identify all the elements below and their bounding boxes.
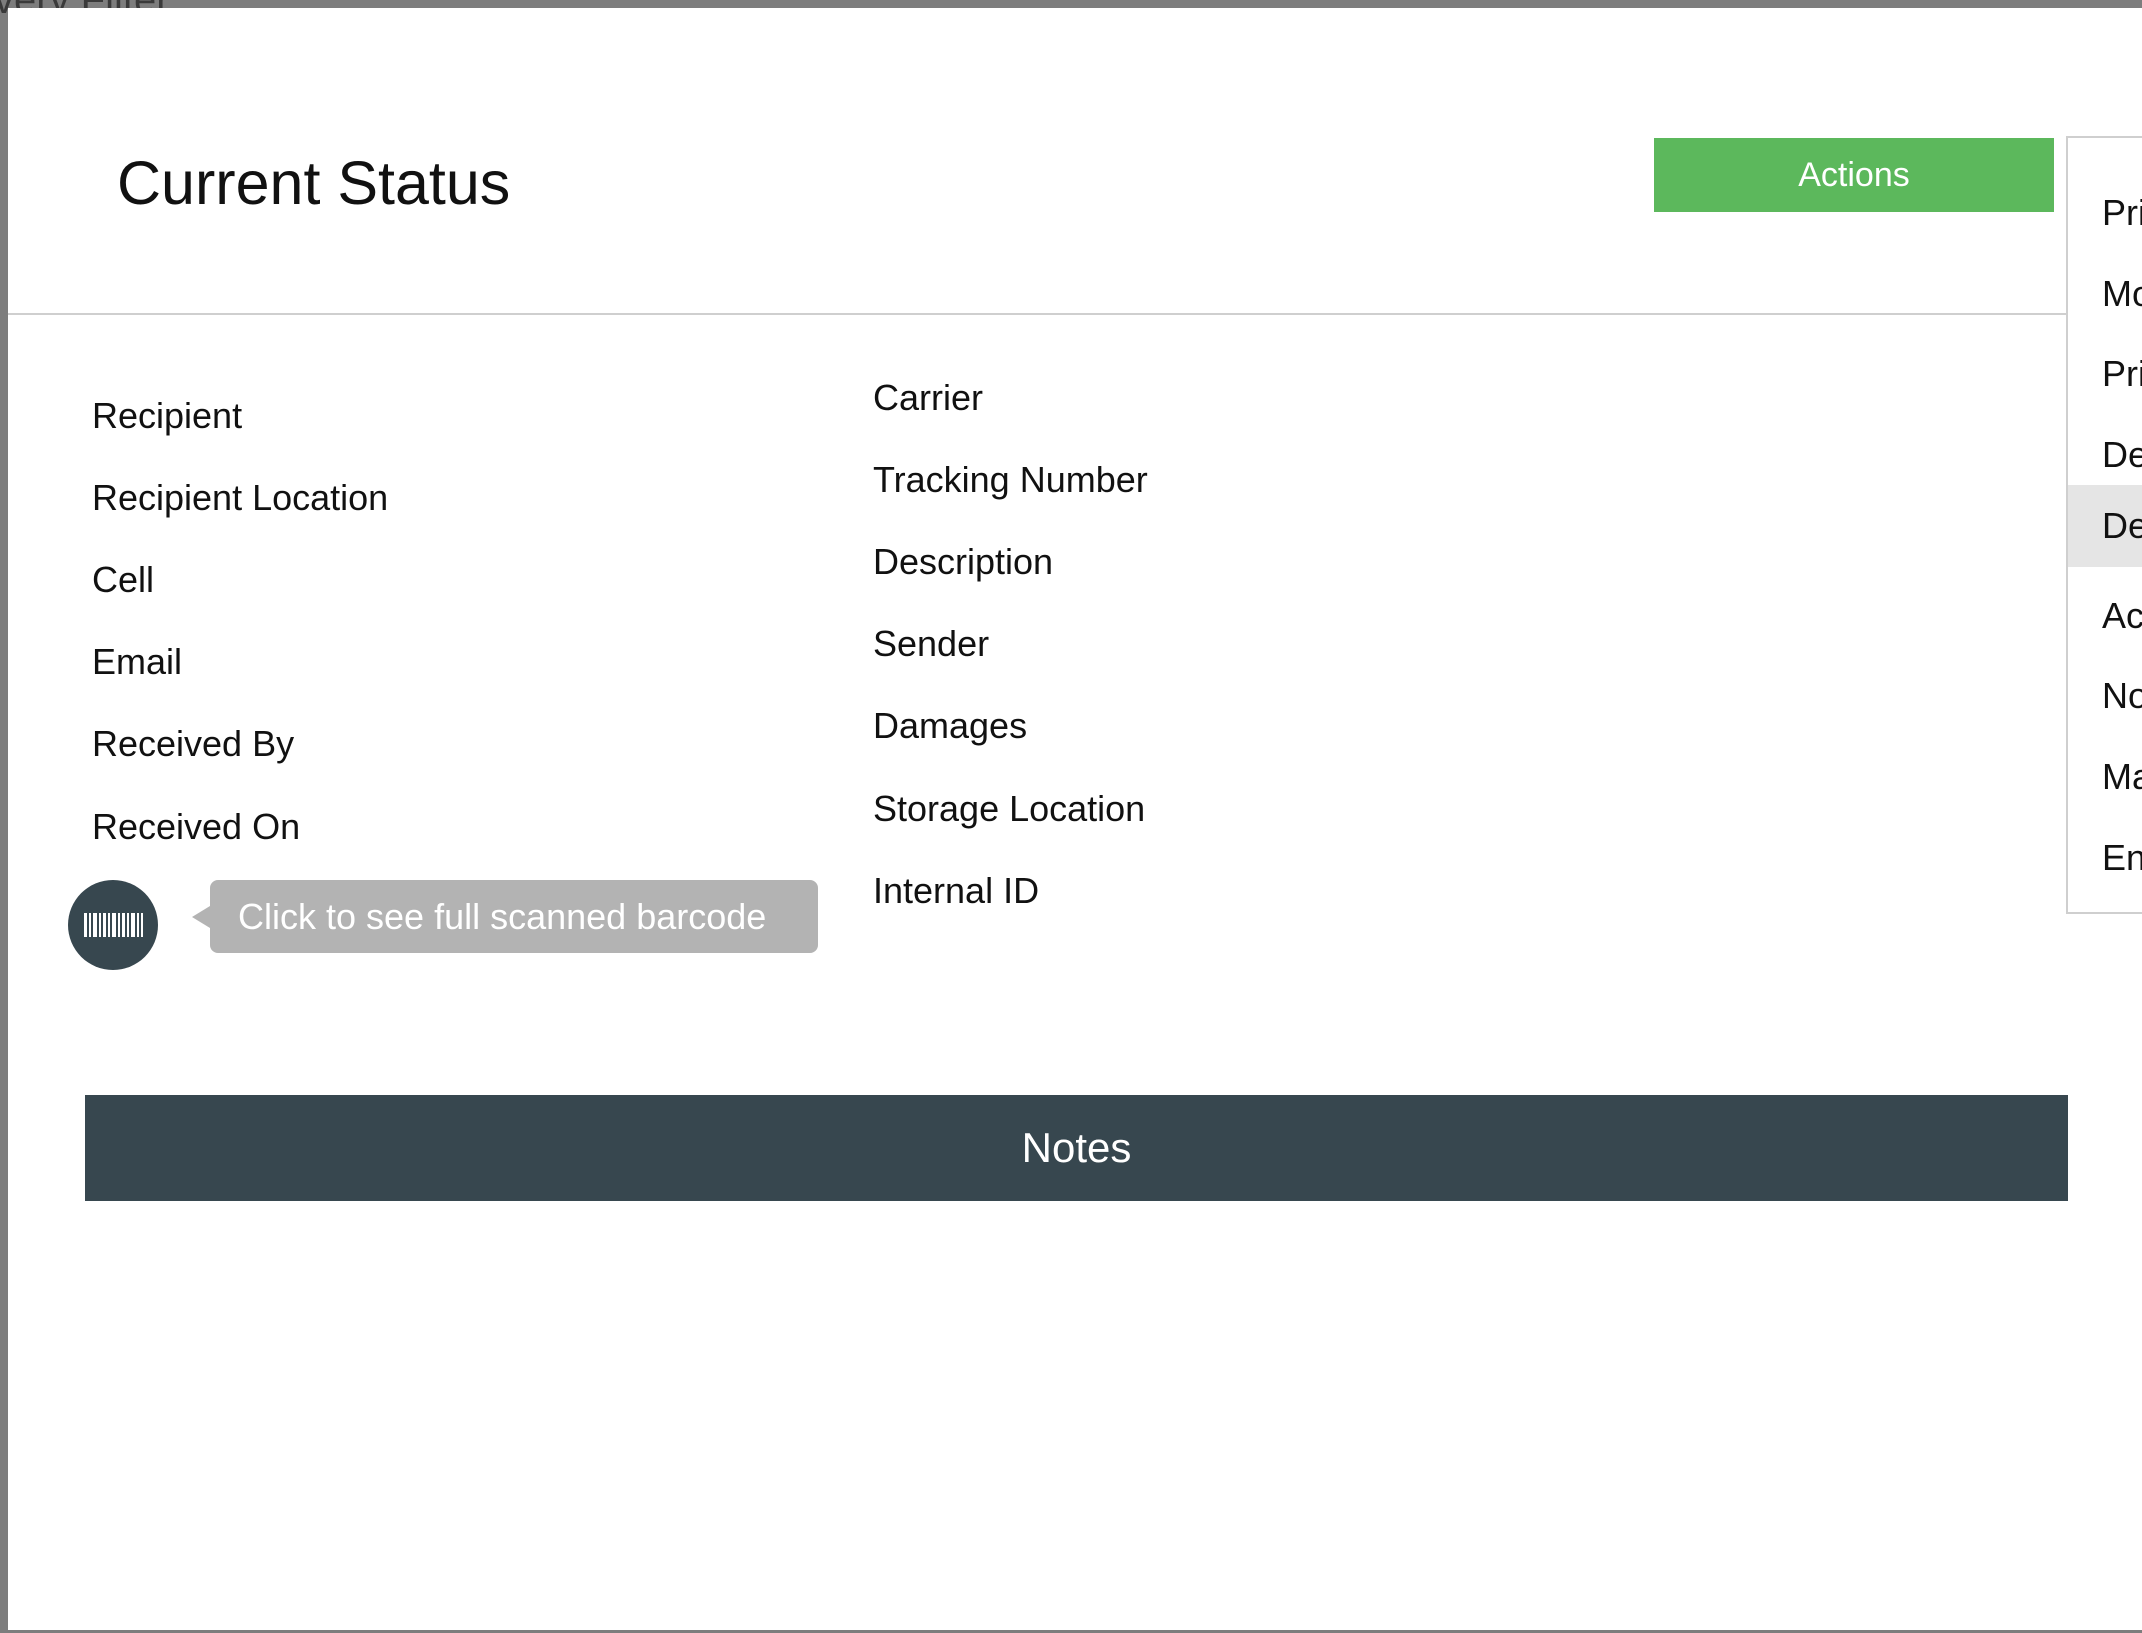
storage-location-label: Storage Location: [873, 788, 1146, 829]
cell-label: Cell: [92, 559, 155, 600]
actions-button[interactable]: Actions: [1654, 138, 2054, 212]
actions-menu-item-6[interactable]: Ac: [2068, 575, 2142, 657]
modal-title: Current Status: [117, 149, 511, 217]
actions-menu-item-4[interactable]: De: [2068, 414, 2142, 496]
received-on-label: Received On: [92, 806, 301, 847]
carrier-label: Carrier: [873, 377, 984, 418]
actions-menu-item-1[interactable]: Pri: [2068, 172, 2142, 254]
internal-id-label: Internal ID: [873, 870, 1040, 911]
barcode-tooltip: Click to see full scanned barcode: [192, 880, 818, 953]
tooltip-arrow: [192, 906, 210, 928]
email-label: Email: [92, 641, 183, 682]
actions-menu-item-3[interactable]: Pri: [2068, 333, 2142, 415]
barcode-tooltip-text: Click to see full scanned barcode: [238, 896, 767, 937]
actions-menu-item-7[interactable]: No: [2068, 655, 2142, 737]
sender-label: Sender: [873, 623, 990, 664]
actions-menu-item-8[interactable]: Ma: [2068, 736, 2142, 818]
barcode-button[interactable]: [68, 880, 158, 970]
received-by-label: Received By: [92, 723, 295, 764]
damages-label: Damages: [873, 705, 1028, 746]
recipient-label: Recipient: [92, 395, 243, 436]
actions-menu-item-9[interactable]: En: [2068, 817, 2142, 899]
tracking-number-label: Tracking Number: [873, 459, 1148, 500]
actions-dropdown-menu: Pri Mo Pri De De Ac No Ma En: [2066, 136, 2142, 914]
description-label: Description: [873, 541, 1054, 582]
actions-menu-item-5[interactable]: De: [2068, 485, 2142, 567]
actions-menu-item-2[interactable]: Mo: [2068, 253, 2142, 335]
notes-header[interactable]: Notes: [85, 1095, 2068, 1201]
barcode-icon: [68, 911, 158, 939]
status-modal: Current Status Actions Recipient Recipie…: [8, 8, 2142, 1630]
modal-header: Current Status Actions: [8, 8, 2142, 315]
recipient-location-label: Recipient Location: [92, 477, 389, 518]
